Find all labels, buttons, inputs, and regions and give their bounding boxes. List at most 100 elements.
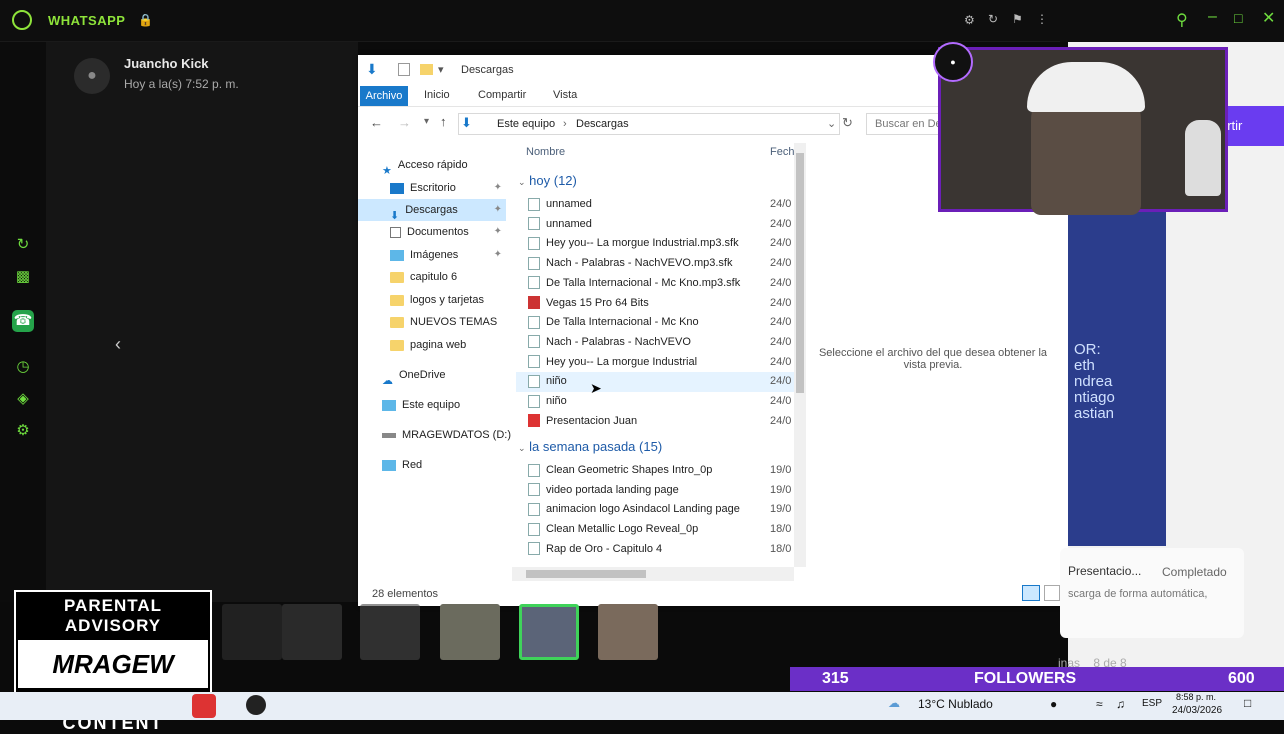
reload-icon[interactable]: ↻ — [988, 12, 998, 26]
file-row[interactable]: niño 24/0 — [516, 372, 800, 392]
contact-name[interactable]: Juancho Kick — [124, 56, 209, 71]
thumbnail[interactable] — [282, 604, 342, 660]
address-dropdown-icon[interactable]: ⌄ — [827, 117, 836, 130]
nav-quick-access[interactable]: ★ Acceso rápido — [358, 154, 506, 177]
status-icon[interactable]: ↻ — [12, 234, 34, 256]
followers-goal-bar: 315 FOLLOWERS 600 — [790, 667, 1284, 691]
close-icon[interactable]: ✕ — [1262, 8, 1275, 28]
more-icon[interactable]: ⋮ — [1036, 12, 1048, 26]
presentation-thumbnail[interactable]: OR: eth ndrea ntiago astian — [1068, 212, 1166, 546]
file-row[interactable]: De Talla Internacional - Mc Kno 24/0 — [516, 313, 800, 333]
back-button[interactable]: ‹ — [106, 332, 130, 356]
tiles-view-icon[interactable] — [1044, 585, 1060, 601]
nav-label: Red — [402, 459, 423, 471]
gear-icon[interactable]: ⚙ — [12, 420, 34, 442]
channels-icon[interactable]: ▩ — [12, 266, 34, 288]
properties-icon[interactable] — [398, 63, 410, 76]
file-row[interactable]: Nach - Palabras - NachVEVO 24/0 — [516, 333, 800, 353]
forward-arrow-icon[interactable]: → — [398, 115, 411, 130]
file-row[interactable]: animacion logo Asindacol Landing page 19/… — [516, 500, 800, 520]
clock-time[interactable]: 8:58 p. m. — [1176, 692, 1216, 702]
nav-descargas[interactable]: ⬇ Descargas ✦ — [358, 199, 506, 222]
vertical-scrollbar[interactable] — [794, 143, 806, 567]
pin-icon[interactable]: ⚑ — [1012, 12, 1023, 26]
file-list: ⌄ hoy (12) unnamed 24/0 unnamed 24/0 Hey y… — [516, 139, 808, 579]
nav-capitulo6[interactable]: capitulo 6 — [358, 266, 506, 288]
taskbar-app-icon[interactable] — [246, 695, 266, 715]
download-card[interactable]: Presentacio... Completado scarga de form… — [1060, 548, 1244, 638]
nav-drive-d[interactable]: MRAGEWDATOS (D:) — [358, 424, 511, 446]
weather-icon[interactable]: ☁ — [888, 696, 900, 710]
wifi-icon[interactable]: ≈ — [1096, 697, 1103, 711]
breadcrumb-este-equipo[interactable]: Este equipo — [497, 118, 555, 130]
nav-pagina-web[interactable]: pagina web — [358, 334, 506, 356]
file-row[interactable]: Vegas 15 Pro 64 Bits 24/0 — [516, 294, 800, 314]
thumbnail-selected[interactable] — [519, 604, 579, 660]
notifications-icon[interactable]: □ — [1244, 696, 1251, 710]
file-row[interactable]: Clean Geometric Shapes Intro_0p 19/0 — [516, 461, 800, 481]
nav-este-equipo[interactable]: Este equipo — [358, 394, 506, 416]
file-row[interactable]: De Talla Internacional - Mc Kno.mp3.sfk 2… — [516, 274, 800, 294]
file-date: 24/0 — [770, 414, 792, 427]
thumbnail[interactable] — [222, 604, 282, 660]
file-row[interactable]: Presentacion Juan 24/0 — [516, 412, 800, 432]
file-row[interactable]: Nach - Palabras - NachVEVO.mp3.sfk 24/0 — [516, 254, 800, 274]
address-bar[interactable]: ⬇ Este equipo › Descargas ⌄ — [458, 113, 840, 135]
language-indicator[interactable]: ESP — [1142, 698, 1162, 709]
lock-icon: 🔒 — [138, 13, 153, 27]
up-arrow-icon[interactable]: ↑ — [440, 114, 447, 129]
thumbnail[interactable] — [598, 604, 658, 660]
nav-red[interactable]: Red — [358, 454, 506, 476]
taskbar-app-icon[interactable] — [192, 694, 216, 718]
file-row[interactable]: Hey you-- La morgue Industrial.mp3.sfk 24… — [516, 234, 800, 254]
weather-text[interactable]: 13°C Nublado — [918, 697, 993, 711]
thumbnail[interactable] — [440, 604, 500, 660]
back-arrow-icon[interactable]: ← — [370, 115, 383, 130]
tab-archivo[interactable]: Archivo — [360, 86, 408, 106]
horizontal-scrollbar[interactable] — [512, 567, 794, 581]
nav-logos[interactable]: logos y tarjetas — [358, 289, 506, 311]
nav-imagenes[interactable]: Imágenes ✦ — [358, 244, 506, 266]
tab-compartir[interactable]: Compartir — [478, 89, 526, 101]
maximize-icon[interactable]: □ — [1234, 10, 1242, 26]
scroll-thumb[interactable] — [526, 570, 646, 578]
recent-dropdown-icon[interactable]: ▾ — [424, 116, 429, 127]
file-row[interactable]: Rap de Oro - Capitulo 4 18/0 — [516, 540, 800, 560]
file-name: niño — [546, 375, 567, 388]
search-icon[interactable]: ⚲ — [1176, 10, 1188, 30]
parental-advisory-logo: PARENTAL ADVISORY MRAGEW EXPLICT CONTENT — [14, 590, 212, 733]
file-row[interactable]: Clean Metallic Logo Reveal_0p 18/0 — [516, 520, 800, 540]
file-row[interactable]: Hey you-- La morgue Industrial 24/0 — [516, 353, 800, 373]
file-row[interactable]: unnamed 24/0 — [516, 215, 800, 235]
scroll-thumb[interactable] — [796, 153, 804, 393]
nav-onedrive[interactable]: ☁ OneDrive — [358, 364, 506, 387]
mic-icon[interactable]: ● — [1050, 697, 1057, 711]
nav-escritorio[interactable]: Escritorio ✦ — [358, 177, 506, 199]
history-icon[interactable]: ◷ — [12, 356, 34, 378]
extensions-icon[interactable]: ◈ — [12, 388, 34, 410]
volume-icon[interactable]: ♫ — [1116, 697, 1125, 711]
clock-date[interactable]: 24/03/2026 — [1172, 705, 1222, 716]
nav-nuevos-temas[interactable]: NUEVOS TEMAS — [358, 311, 506, 333]
whatsapp-icon[interactable]: ☎ — [12, 310, 34, 332]
refresh-icon[interactable]: ↻ — [842, 115, 853, 131]
new-folder-icon[interactable] — [420, 64, 433, 75]
file-row[interactable]: unnamed 24/0 — [516, 195, 800, 215]
thumbnail[interactable] — [360, 604, 420, 660]
file-row[interactable]: video portada landing page 19/0 — [516, 481, 800, 501]
settings-icon[interactable]: ⚙ — [964, 13, 975, 27]
breadcrumb-descargas[interactable]: Descargas — [576, 118, 629, 130]
dropdown-icon[interactable]: ▾ — [438, 63, 444, 76]
group-header-last-week[interactable]: ⌄ la semana pasada (15) — [518, 437, 662, 457]
minimize-icon[interactable]: – — [1208, 8, 1217, 26]
details-view-icon[interactable] — [1022, 585, 1040, 601]
avatar[interactable]: ● — [74, 58, 110, 94]
tab-vista[interactable]: Vista — [553, 89, 577, 101]
file-row[interactable]: niño 24/0 — [516, 392, 800, 412]
nav-label: NUEVOS TEMAS — [410, 316, 498, 328]
image-icon — [390, 249, 404, 261]
tab-inicio[interactable]: Inicio — [424, 89, 450, 101]
nav-documentos[interactable]: Documentos ✦ — [358, 221, 506, 243]
group-header-today[interactable]: ⌄ hoy (12) — [518, 171, 577, 191]
navigation-pane: ★ Acceso rápido Escritorio ✦ ⬇ Descargas ✦ D… — [358, 153, 511, 573]
